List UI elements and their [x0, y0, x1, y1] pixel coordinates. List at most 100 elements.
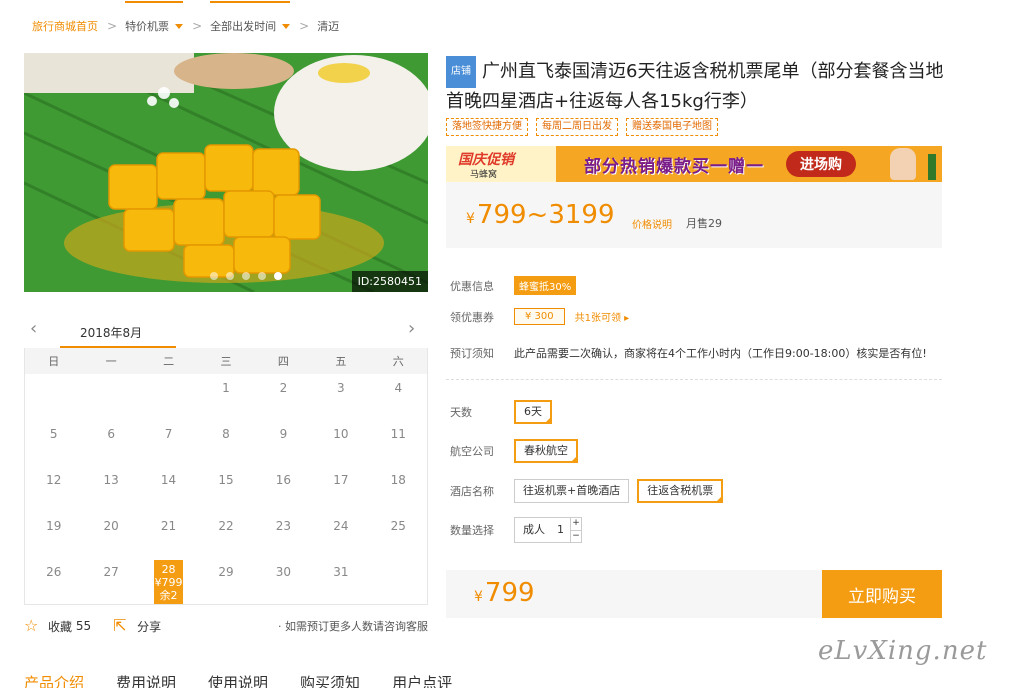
days-option-selected[interactable]: 6天: [514, 400, 552, 424]
chevron-right-icon[interactable]: ›: [408, 320, 420, 338]
hotel-option-selected[interactable]: 往返含税机票: [637, 479, 724, 503]
coupon-ticket[interactable]: ¥ 300: [514, 308, 565, 325]
calendar-month-underline: [60, 346, 176, 348]
calendar-weekday: 二: [163, 355, 175, 368]
product-image-carousel[interactable]: ID:2580451: [24, 53, 428, 292]
price-note-link[interactable]: 价格说明: [632, 216, 672, 231]
calendar-day: 22: [218, 519, 234, 533]
calendar-day: 18: [390, 473, 406, 487]
banner-logo: 国庆促销: [458, 152, 514, 168]
calendar-empty-cell: [140, 374, 197, 420]
dropdown-underline: [210, 1, 291, 3]
final-price: ¥799: [474, 578, 535, 608]
calendar-day: 17: [333, 473, 349, 487]
carousel-dot[interactable]: [242, 272, 250, 280]
calendar-day-selected[interactable]: 28 ¥799 余2: [153, 560, 184, 604]
calendar-week-row: 26 27 28 ¥799 余2 29 30 31: [25, 558, 427, 604]
calendar-day: 10: [333, 427, 349, 441]
favorite-share-bar: ☆ 收藏 55 ⇱ 分享 · 如需预订更多人数请咨询客服: [24, 616, 428, 636]
quantity-label: 数量选择: [450, 524, 494, 537]
chevron-left-icon[interactable]: ‹: [30, 320, 42, 338]
monthly-sales: 月售29: [686, 217, 722, 230]
calendar-week-row: 5 6 7 8 9 10 11: [25, 420, 427, 466]
calendar-day: 7: [164, 427, 173, 441]
airline-option-selected[interactable]: 春秋航空: [514, 439, 578, 463]
hotel-option[interactable]: 往返机票+首晚酒店: [514, 479, 630, 503]
carousel-dots: [210, 272, 282, 280]
calendar-day: 6: [107, 427, 115, 441]
final-price-value: 799: [484, 578, 535, 608]
caret-down-icon: [175, 23, 184, 29]
calendar-week-row: 19 20 21 22 23 24 25: [25, 512, 427, 558]
currency-symbol: ¥: [474, 589, 483, 605]
feature-tag: 每周二周日出发: [536, 118, 618, 136]
caret-down-icon: [282, 23, 291, 29]
shop-tag[interactable]: 店铺: [446, 56, 476, 88]
carousel-dot[interactable]: [210, 272, 218, 280]
breadcrumb-flights-dropdown[interactable]: 特价机票: [125, 1, 184, 34]
tab-product-intro[interactable]: 产品介绍: [24, 672, 84, 688]
share-button[interactable]: ⇱ 分享: [113, 617, 161, 635]
product-title-block: 店铺 广州直飞泰国清迈6天往返含税机票尾单（部分套餐含当地首晚四星酒店+往返每人各…: [446, 56, 946, 116]
breadcrumb-separator: >: [192, 19, 203, 33]
quantity-row: 数量选择 成人 1 + −: [450, 517, 582, 543]
price-range-value: 799~3199: [476, 200, 615, 230]
buy-bar: ¥799 立即购买: [446, 570, 942, 618]
departure-calendar: ‹ 2018年8月 › 日一二三四五六 1 2 3 4 5 6 7 8 9 10 11 12 13 14 1…: [24, 312, 428, 605]
calendar-day: 27: [103, 565, 119, 579]
breadcrumb-home[interactable]: 旅行商城首页: [32, 18, 98, 34]
calendar-day: 1: [222, 381, 230, 395]
banner-headline: 部分热销爆款买一赠一: [584, 157, 764, 177]
carousel-dot-active[interactable]: [274, 272, 282, 280]
calendar-day: 30: [275, 565, 292, 579]
tab-user-reviews[interactable]: 用户点评: [392, 672, 452, 688]
quantity-input[interactable]: 1: [553, 518, 570, 542]
calendar-weekday: 四: [277, 355, 289, 368]
detail-tabs: 产品介绍 费用说明 使用说明 购买须知 用户点评: [24, 672, 452, 688]
banner-mascot: [890, 148, 916, 180]
calendar-day: 23: [275, 519, 292, 533]
calendar-day-price: ¥799: [154, 576, 183, 589]
notice-row: 预订须知 此产品需要二次确认，商家将在4个工作小时内（工作日9:00-18:00…: [450, 345, 927, 361]
calendar-day: 26: [46, 565, 62, 579]
price-box: ¥799~3199 价格说明 月售29: [446, 182, 942, 248]
calendar-weekday: 六: [392, 355, 404, 368]
calendar-weekday: 一: [105, 355, 117, 368]
calendar-day: 5: [49, 427, 58, 441]
promo-banner[interactable]: 国庆促销 马蜂窝 部分热销爆款买一赠一 进场购: [446, 146, 942, 182]
tab-usage-instructions[interactable]: 使用说明: [208, 672, 268, 688]
airline-row: 航空公司 春秋航空: [450, 439, 586, 463]
calendar-empty-cell: [25, 374, 82, 420]
calendar-day: 24: [333, 519, 349, 533]
coupon-more-link[interactable]: 共1张可领 ▸: [575, 309, 630, 324]
breadcrumb-departure-time-label: 全部出发时间: [210, 20, 277, 33]
breadcrumb-departure-time-dropdown[interactable]: 全部出发时间: [210, 1, 291, 34]
calendar-day: 13: [103, 473, 119, 487]
carousel-dot[interactable]: [258, 272, 266, 280]
tab-fee-description[interactable]: 费用说明: [116, 672, 176, 688]
tab-purchase-notice[interactable]: 购买须知: [300, 672, 360, 688]
calendar-day: 15: [218, 473, 234, 487]
minus-icon[interactable]: −: [571, 529, 581, 543]
calendar-day: 21: [160, 519, 177, 533]
notice-label: 预订须知: [450, 347, 494, 360]
product-title-text: 广州直飞泰国清迈6天往返含税机票尾单（部分套餐含当地首晚四星酒店+往返每人各15…: [446, 61, 944, 112]
calendar-day-day: 28: [161, 563, 176, 576]
star-icon: ☆: [24, 616, 39, 635]
feature-tags: 落地签快捷方便 每周二周日出发 赠送泰国电子地图: [446, 118, 718, 136]
favorite-button[interactable]: ☆ 收藏 55: [24, 617, 91, 635]
banner-go-button[interactable]: 进场购: [786, 151, 856, 177]
carousel-dot[interactable]: [226, 272, 234, 280]
notice-text: 此产品需要二次确认，商家将在4个工作小时内（工作日9:00-18:00）核实是否…: [514, 347, 927, 360]
quantity-stepper: 成人 1 + −: [514, 517, 582, 543]
calendar-empty-cell: [370, 558, 427, 604]
plus-icon[interactable]: +: [571, 518, 581, 530]
calendar-day: 4: [394, 381, 403, 395]
calendar-empty-cell: [82, 374, 139, 420]
product-title: 店铺 广州直飞泰国清迈6天往返含税机票尾单（部分套餐含当地首晚四星酒店+往返每人各…: [446, 56, 946, 116]
calendar-week-row: 12 13 14 15 16 17 18: [25, 466, 427, 512]
buy-now-button[interactable]: 立即购买: [822, 570, 942, 618]
calendar-day: 25: [390, 519, 406, 533]
hotel-label: 酒店名称: [450, 485, 494, 498]
calendar-weekday: 三: [220, 355, 232, 368]
